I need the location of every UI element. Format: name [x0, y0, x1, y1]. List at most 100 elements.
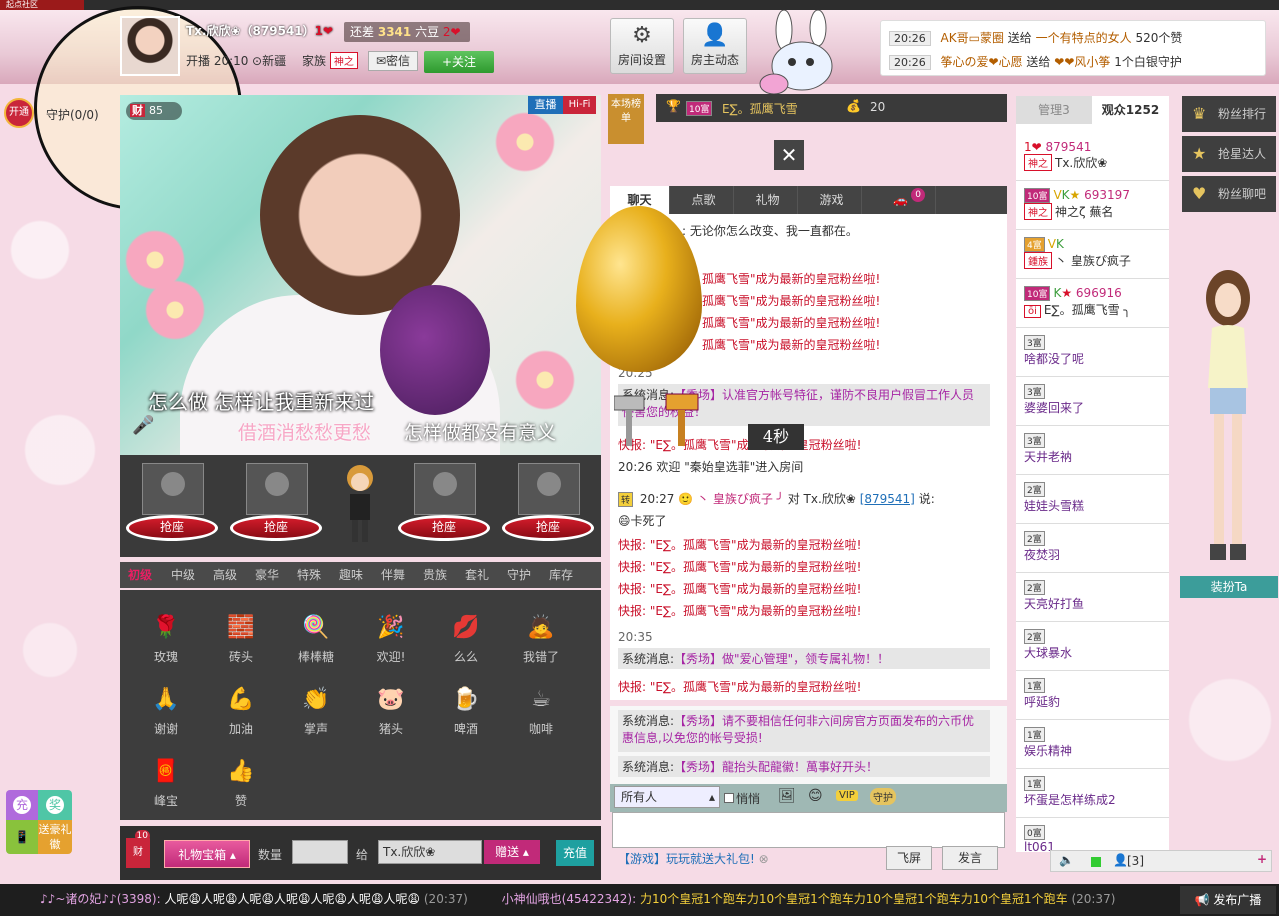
tab-song[interactable]: 点歌	[674, 186, 734, 214]
chat-user-id[interactable]: [879541]	[860, 492, 915, 506]
seat-slot[interactable]: 抢座	[394, 463, 490, 551]
fan-ranking-button[interactable]: ♛ 粉丝排行	[1182, 96, 1276, 132]
whisper-checkbox[interactable]: 悄悄	[724, 790, 760, 807]
system-chat-log[interactable]: 系统消息:【秀场】请不要相信任何非六间房官方页面发布的六币优惠信息,以免您的帐号…	[610, 706, 1007, 786]
gift-tab[interactable]: 趣味	[339, 562, 363, 588]
gift-box-button[interactable]: 礼物宝箱 ▴	[164, 840, 250, 868]
quantity-input[interactable]	[292, 840, 348, 864]
gift-tab[interactable]: 初级	[128, 562, 152, 588]
dress-up-button[interactable]: 装扮Ta	[1180, 576, 1278, 598]
notice-from[interactable]: 筝心の爱❤心愿	[941, 55, 1023, 69]
tab-car[interactable]: 🚗 0	[866, 186, 936, 214]
promo-widget[interactable]: 充 奖 📱 送豪礼徽	[6, 790, 72, 854]
gift-item[interactable]: 💪 加油	[211, 684, 271, 737]
audience-item[interactable]: 2富 娃娃头雪糕	[1024, 482, 1084, 514]
vip-icon[interactable]: VIP	[836, 790, 858, 801]
reward-mini-button[interactable]: 奖	[38, 790, 72, 820]
grab-seat-button[interactable]: 抢座	[126, 515, 218, 541]
hammer-icon[interactable]	[614, 390, 704, 450]
audience-item[interactable]: 1富 娱乐精神	[1024, 727, 1072, 759]
gift-tab[interactable]: 伴舞	[381, 562, 405, 588]
gift-tab[interactable]: 套礼	[465, 562, 489, 588]
broadcast-user[interactable]: ♪♪~诸の妃♪♪(3398):	[40, 892, 161, 906]
publish-broadcast-button[interactable]: 📢 发布广播	[1180, 886, 1276, 914]
tab-game[interactable]: 游戏	[802, 186, 862, 214]
system-text[interactable]: 【秀场】请不要相信任何非六间房官方页面发布的六币优惠信息,以免您的帐号受损!	[622, 714, 974, 745]
gift-item[interactable]: 🧱 砖头	[211, 612, 271, 665]
tab-viewers[interactable]: 观众1252	[1092, 96, 1169, 124]
gift-item[interactable]: 🧧 峰宝	[136, 756, 196, 809]
mic-icon[interactable]: 🎤	[132, 415, 154, 441]
gift-item[interactable]: 💋 么么	[436, 612, 496, 665]
close-icon[interactable]: ✕	[774, 140, 804, 170]
recharge-mini-button[interactable]: 充	[6, 790, 38, 820]
phone-icon[interactable]: 📱	[6, 820, 38, 854]
grab-seat-button[interactable]: 抢座	[230, 515, 322, 541]
speak-button[interactable]: 发言	[942, 846, 998, 870]
open-guard-button[interactable]: 开通	[4, 98, 34, 128]
rank-user-name[interactable]: E∑。孤鹰飞雪	[722, 100, 798, 117]
broadcast-user[interactable]: 小神仙哦也(45422342):	[502, 892, 637, 906]
star-grab-button[interactable]: ★ 抢星达人	[1182, 136, 1276, 172]
audience-item[interactable]: 10富 VK★ 693197 神之 神之ζ 蕪名	[1024, 188, 1130, 220]
follow-button[interactable]: +关注	[424, 51, 494, 73]
room-settings-button[interactable]: ⚙ 房间设置	[610, 18, 674, 74]
gift-item[interactable]: 👍 赞	[211, 756, 271, 809]
gift-item[interactable]: ☕ 咖啡	[511, 684, 571, 737]
recharge-button[interactable]: 充值	[556, 840, 594, 866]
audience-item[interactable]: 4富 VK 鍾族丶 皇族ぴ疯子	[1024, 237, 1131, 269]
game-promo[interactable]: 【游戏】玩玩就送大礼包! ⊗	[618, 850, 769, 867]
seat-slot[interactable]: 抢座	[122, 463, 218, 551]
gift-tab[interactable]: 贵族	[423, 562, 447, 588]
private-message-button[interactable]: ✉密信	[368, 51, 418, 71]
chat-input[interactable]	[612, 812, 1005, 848]
close-icon[interactable]: ⊗	[759, 852, 769, 866]
gift-item[interactable]: 🎉 欢迎!	[361, 612, 421, 665]
plus-icon[interactable]: +	[1257, 852, 1267, 866]
smiley-icon[interactable]: 😊	[808, 788, 823, 804]
owner-feed-button[interactable]: 👤 房主动态	[683, 18, 747, 74]
grab-seat-button[interactable]: 抢座	[502, 515, 594, 541]
audience-item[interactable]: 1富 呼延豹	[1024, 678, 1060, 710]
image-icon[interactable]: 🖼	[778, 788, 796, 804]
gift-tab[interactable]: 特殊	[297, 562, 321, 588]
system-text[interactable]: 【秀场】龍抬头配龍徽！萬事好开头！	[674, 760, 878, 774]
family-tag[interactable]: 神之	[329, 52, 358, 69]
gift-tab[interactable]: 中级	[171, 562, 195, 588]
notice-from[interactable]: AK哥▭蒙圈	[941, 31, 1004, 45]
gift-item[interactable]: 🙇 我错了	[511, 612, 571, 665]
audience-item[interactable]: 3富 天井老衲	[1024, 433, 1072, 465]
audience-item[interactable]: 2富 夜焚羽	[1024, 531, 1060, 563]
gift-item[interactable]: 🌹 玫瑰	[136, 612, 196, 665]
tab-gift[interactable]: 礼物	[738, 186, 798, 214]
fan-chat-button[interactable]: ♥ 粉丝聊吧	[1182, 176, 1276, 212]
fly-screen-button[interactable]: 飞屏	[886, 846, 932, 870]
gift-tab[interactable]: 库存	[549, 562, 573, 588]
notice-to[interactable]: 一个有特点的女人	[1036, 31, 1132, 45]
seat-slot[interactable]: 抢座	[498, 463, 594, 551]
audience-item[interactable]: 3富 婆婆回来了	[1024, 384, 1084, 416]
volume-icon[interactable]: 🔈	[1059, 853, 1074, 867]
chat-target-select[interactable]: 所有人 ▴	[614, 786, 720, 808]
grab-seat-button[interactable]: 抢座	[398, 515, 490, 541]
notice-to[interactable]: ❤❤风小筝	[1054, 55, 1110, 69]
system-text[interactable]: 【秀场】做"爱心管理"，领专属礼物！！	[674, 652, 889, 666]
audience-item[interactable]: 3富 啥都没了呢	[1024, 335, 1084, 367]
anchor-avatar[interactable]	[120, 16, 180, 76]
gift-item[interactable]: 🍭 棒棒糖	[286, 612, 346, 665]
gift-tab[interactable]: 守护	[507, 562, 531, 588]
guard-widget[interactable]: 开通 守护(0/0)	[0, 96, 104, 130]
audience-item[interactable]: 2富 天亮好打鱼	[1024, 580, 1084, 612]
audience-item[interactable]: 2富 大球暴水	[1024, 629, 1072, 661]
gift-tab[interactable]: 豪华	[255, 562, 279, 588]
gift-item[interactable]: 👏 掌声	[286, 684, 346, 737]
board-tag[interactable]: 本场榜单	[608, 94, 644, 144]
guard-icon[interactable]: 守护	[870, 788, 896, 805]
recipient-select[interactable]: Tx.欣欣❀	[378, 840, 482, 864]
chat-user-name[interactable]: 丶 皇族ぴ疯子 ╯	[697, 492, 784, 506]
seat-slot[interactable]: 抢座	[226, 463, 322, 551]
send-gift-button[interactable]: 赠送 ▴	[484, 840, 540, 864]
audience-item[interactable]: 1❤ 879541 神之 Tx.欣欣❀	[1024, 140, 1107, 171]
audience-item[interactable]: 1富 坏蛋是怎样练成2	[1024, 776, 1116, 808]
gift-item[interactable]: 🍺 啤酒	[436, 684, 496, 737]
